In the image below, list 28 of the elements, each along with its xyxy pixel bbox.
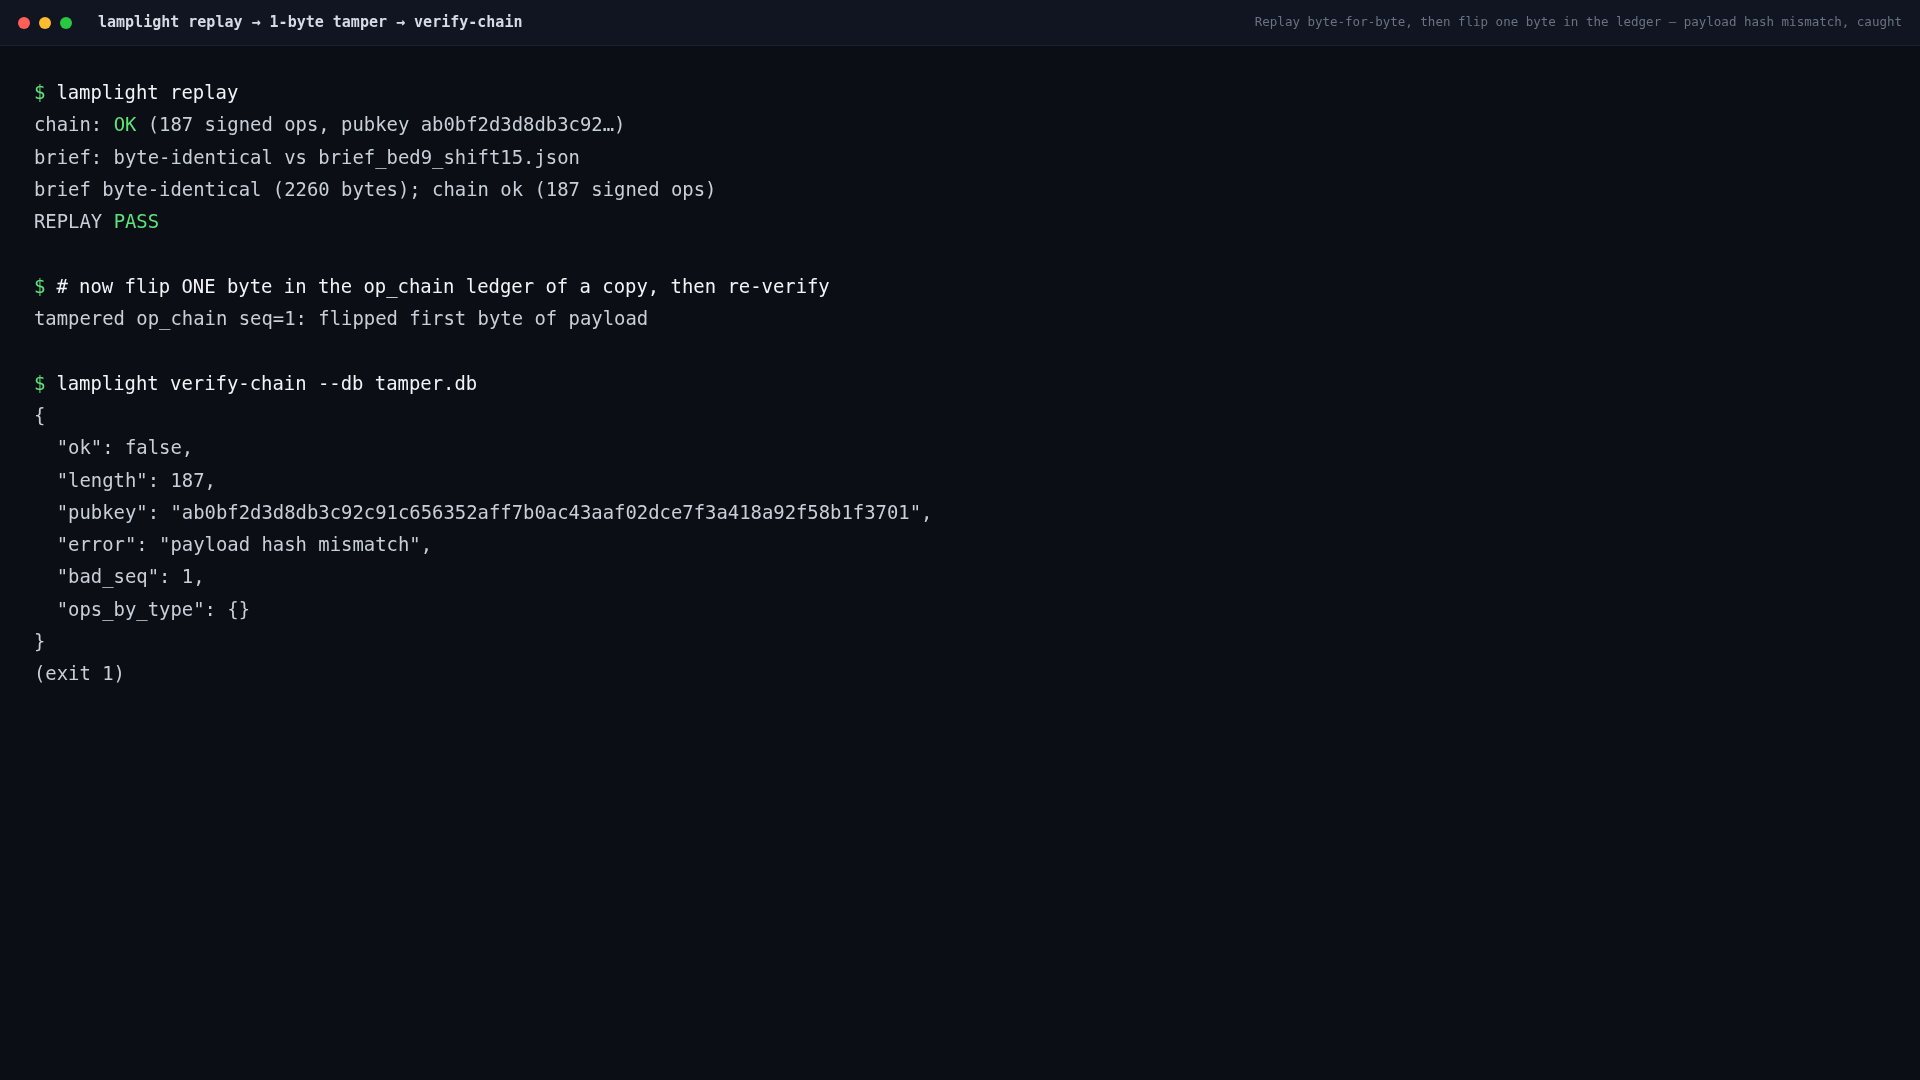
command-text: # now flip ONE byte in the op_chain ledger of a copy, then re-verify bbox=[56, 273, 830, 300]
minimize-icon[interactable] bbox=[39, 16, 51, 29]
prompt-symbol: $ bbox=[34, 370, 46, 396]
output-text: "ops_by_type": {} bbox=[55, 596, 251, 623]
output-text: brief: byte-identical vs brief_bed9_shift15.json bbox=[34, 144, 580, 171]
output-text: "error": "payload hash mismatch", bbox=[55, 532, 433, 558]
maximize-icon[interactable] bbox=[60, 16, 72, 29]
output-text: tampered op_chain seq=1: flipped first byte of payload bbox=[34, 306, 649, 332]
command-text: lamplight verify-chain --db tamper.db bbox=[56, 370, 478, 396]
output-text: (exit 1) bbox=[34, 661, 125, 687]
output-text: chain: bbox=[34, 112, 104, 138]
prompt-symbol: $ bbox=[34, 273, 46, 299]
output-text: "ok": false, bbox=[55, 435, 194, 461]
command-text: lamplight replay bbox=[56, 80, 239, 105]
prompt-symbol: $ bbox=[34, 80, 46, 105]
output-text: "pubkey": "ab0bf2d3d8db3c92c91c656352aff7b0ac43aaf02dce7f3a418a92f58b1f3701", bbox=[55, 499, 933, 525]
output-text: brief byte-identical (2260 bytes); chain ok (187 signed ops) bbox=[34, 176, 717, 202]
output-text: "bad_seq": 1, bbox=[55, 564, 205, 590]
output-text: OK bbox=[113, 112, 137, 138]
output-text: (187 signed ops, pubkey ab0bf2d3d8db3c92…) bbox=[146, 112, 626, 138]
close-icon[interactable] bbox=[18, 16, 30, 29]
output-text: { bbox=[34, 402, 46, 428]
window-title: lamplight replay → 1-byte tamper → verify-chain bbox=[98, 12, 523, 34]
output-text: "length": 187, bbox=[55, 467, 216, 493]
output-text: PASS bbox=[113, 209, 160, 235]
output-text: REPLAY bbox=[34, 209, 104, 235]
output-text: } bbox=[34, 629, 46, 655]
window-subtitle: Replay byte-for-byte, then flip one byte in the ledger — payload hash mismatch, caught bbox=[1254, 13, 1902, 32]
